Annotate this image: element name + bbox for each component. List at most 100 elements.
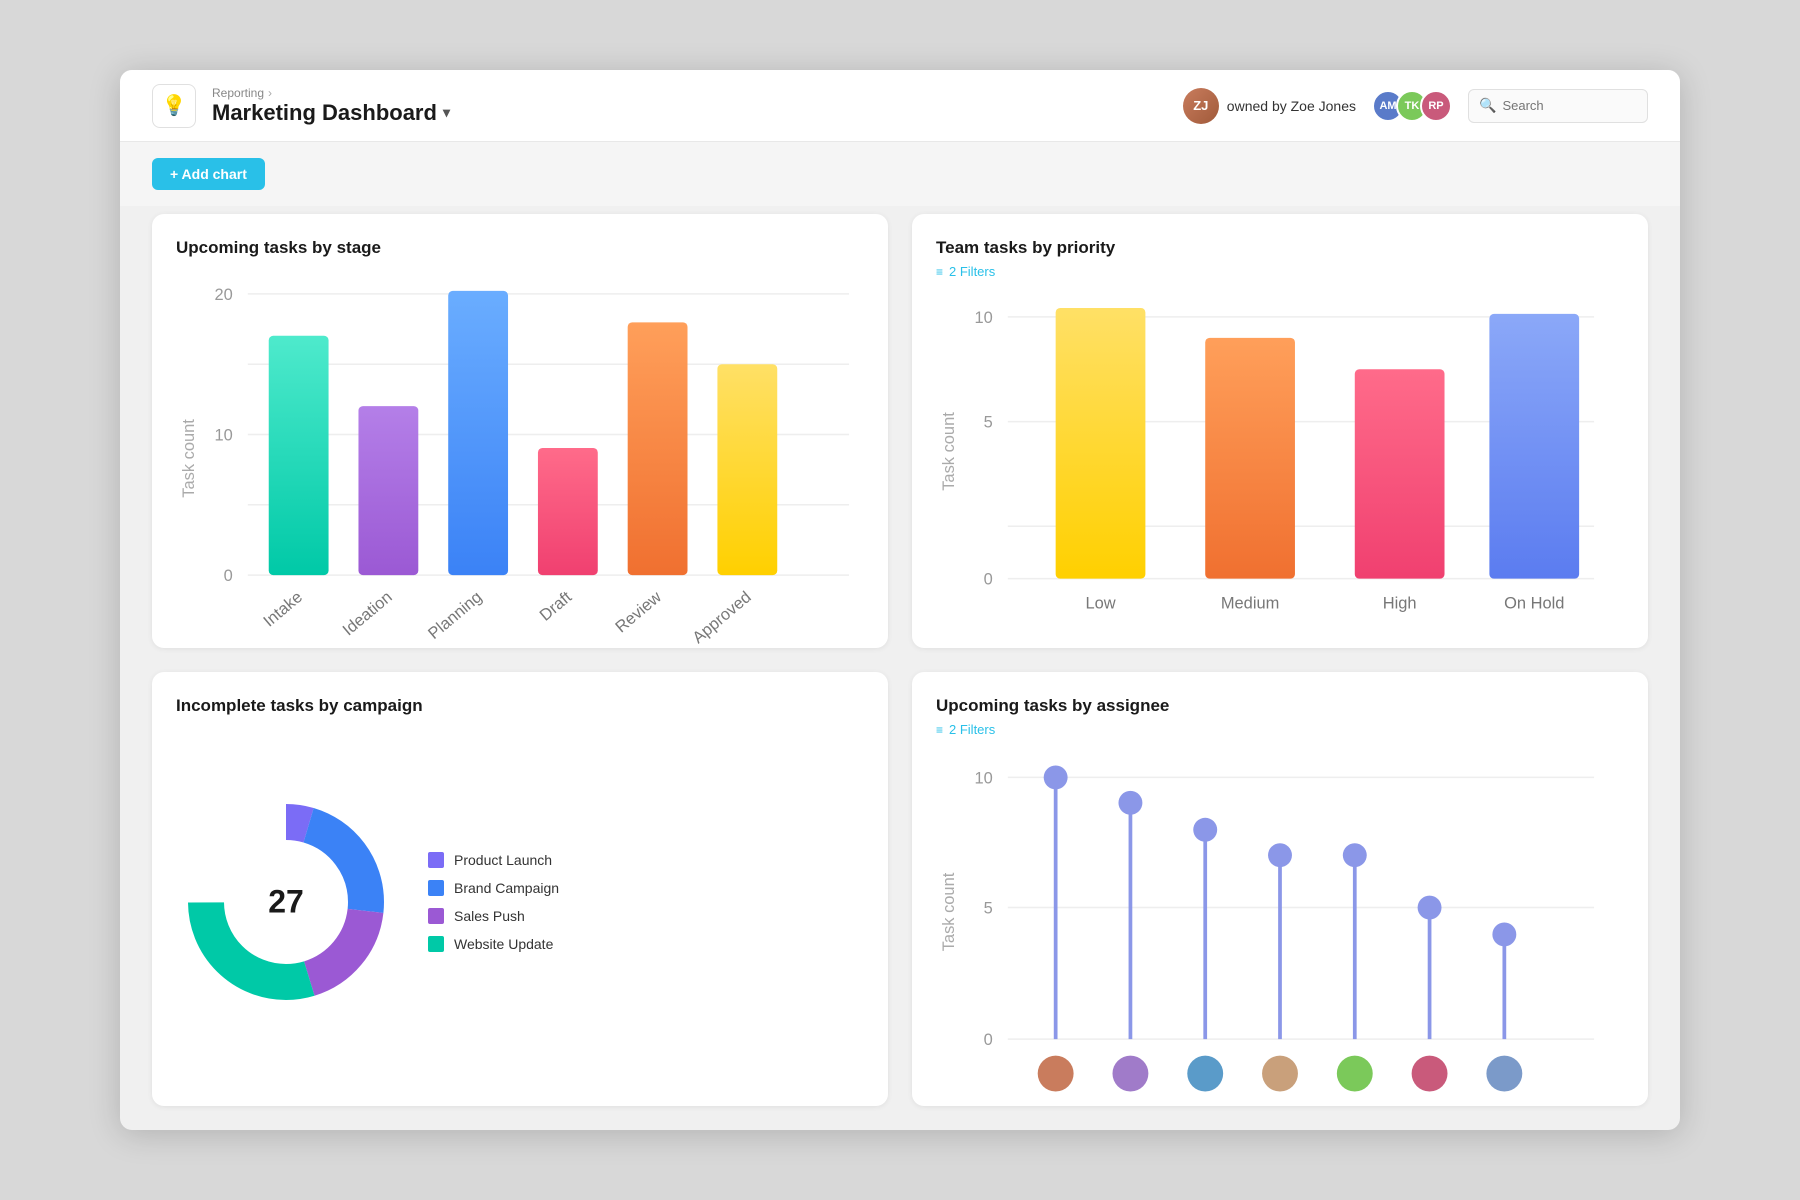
bar-intake xyxy=(269,336,329,575)
app-container: 💡 Reporting › Marketing Dashboard ▾ ZJ o… xyxy=(120,70,1680,1130)
assignee-avatar-2 xyxy=(1112,1056,1148,1092)
breadcrumb-top: Reporting › xyxy=(212,86,450,100)
add-chart-button[interactable]: + Add chart xyxy=(152,158,265,190)
legend-sales-push: Sales Push xyxy=(428,908,559,924)
svg-text:Planning: Planning xyxy=(425,588,486,643)
svg-text:0: 0 xyxy=(224,567,233,585)
chart3-title: Incomplete tasks by campaign xyxy=(176,696,864,716)
chart1-svg: 20 10 0 Task count xyxy=(176,264,864,648)
lollipop-dot-6 xyxy=(1418,896,1442,920)
header: 💡 Reporting › Marketing Dashboard ▾ ZJ o… xyxy=(120,70,1680,142)
svg-text:Review: Review xyxy=(612,588,665,637)
chart-upcoming-by-assignee: Upcoming tasks by assignee ≡ 2 Filters 1… xyxy=(912,672,1648,1106)
chart1-title: Upcoming tasks by stage xyxy=(176,238,864,258)
legend-dot-brand-campaign xyxy=(428,880,444,896)
legend-label-brand-campaign: Brand Campaign xyxy=(454,880,559,896)
svg-text:Low: Low xyxy=(1085,595,1115,613)
svg-text:10: 10 xyxy=(975,309,993,327)
legend-label-product-launch: Product Launch xyxy=(454,852,552,868)
bar-planning xyxy=(448,291,508,575)
svg-text:Ideation: Ideation xyxy=(339,588,395,639)
owner-label: owned by Zoe Jones xyxy=(1227,98,1356,114)
donut-total: 27 xyxy=(268,884,304,921)
team-avatar-3: RP xyxy=(1420,90,1452,122)
assignee-avatar-6 xyxy=(1412,1056,1448,1092)
search-box[interactable]: 🔍 xyxy=(1468,89,1648,123)
lollipop-area: 10 5 0 Task count xyxy=(936,745,1624,1106)
pbar-high xyxy=(1355,369,1445,578)
assignee-avatar-7 xyxy=(1486,1056,1522,1092)
lollipop-dot-4 xyxy=(1268,843,1292,867)
team-avatars: AM TK RP xyxy=(1372,90,1452,122)
svg-text:Task count: Task count xyxy=(940,412,958,491)
chart4-filter[interactable]: ≡ 2 Filters xyxy=(936,722,1624,737)
bar-draft xyxy=(538,448,598,575)
pbar-medium xyxy=(1205,338,1295,579)
chart-upcoming-by-stage: Upcoming tasks by stage xyxy=(152,214,888,648)
chart2-area: 10 5 0 Task count Low Medium xyxy=(936,287,1624,646)
svg-text:High: High xyxy=(1383,595,1417,613)
svg-text:10: 10 xyxy=(215,426,233,444)
search-icon: 🔍 xyxy=(1479,97,1496,114)
chart2-title: Team tasks by priority xyxy=(936,238,1624,258)
chart4-svg: 10 5 0 Task count xyxy=(936,745,1624,1106)
svg-text:0: 0 xyxy=(984,1031,993,1049)
svg-text:0: 0 xyxy=(984,571,993,589)
filter-icon: ≡ xyxy=(936,265,943,279)
legend-brand-campaign: Brand Campaign xyxy=(428,880,559,896)
pbar-low xyxy=(1056,308,1146,579)
svg-text:On Hold: On Hold xyxy=(1504,595,1564,613)
bar-review xyxy=(628,322,688,575)
breadcrumb-label: Reporting xyxy=(212,86,264,100)
assignee-avatar-1 xyxy=(1038,1056,1074,1092)
chart-incomplete-by-campaign: Incomplete tasks by campaign xyxy=(152,672,888,1106)
legend-label-website-update: Website Update xyxy=(454,936,553,952)
owner-avatar: ZJ xyxy=(1183,88,1219,124)
svg-text:5: 5 xyxy=(984,414,993,432)
app-icon: 💡 xyxy=(152,84,196,128)
filter2-icon: ≡ xyxy=(936,723,943,737)
svg-text:Task count: Task count xyxy=(940,872,958,951)
donut-legend: Product Launch Brand Campaign Sales Push… xyxy=(428,852,559,952)
lollipop-dot-3 xyxy=(1193,818,1217,842)
svg-text:20: 20 xyxy=(215,286,233,304)
legend-label-sales-push: Sales Push xyxy=(454,908,525,924)
chart2-filter[interactable]: ≡ 2 Filters xyxy=(936,264,1624,279)
legend-product-launch: Product Launch xyxy=(428,852,559,868)
legend-dot-product-launch xyxy=(428,852,444,868)
chart4-title: Upcoming tasks by assignee xyxy=(936,696,1624,716)
assignee-avatar-5 xyxy=(1337,1056,1373,1092)
assignee-avatar-4 xyxy=(1262,1056,1298,1092)
donut-area: 27 Product Launch Brand Campaign Sales P… xyxy=(176,722,864,1082)
donut-chart: 27 xyxy=(176,792,396,1012)
chart-team-by-priority: Team tasks by priority ≡ 2 Filters xyxy=(912,214,1648,648)
svg-text:Intake: Intake xyxy=(260,588,306,631)
lollipop-dot-7 xyxy=(1492,922,1516,946)
svg-text:Approved: Approved xyxy=(689,588,754,647)
legend-website-update: Website Update xyxy=(428,936,559,952)
svg-text:Draft: Draft xyxy=(536,588,575,625)
main-grid: Upcoming tasks by stage xyxy=(120,206,1680,1130)
breadcrumb: Reporting › Marketing Dashboard ▾ xyxy=(212,86,450,126)
chart2-svg: 10 5 0 Task count Low Medium xyxy=(936,287,1624,646)
legend-dot-website-update xyxy=(428,936,444,952)
pbar-onhold xyxy=(1489,314,1579,579)
chart1-area: 20 10 0 Task count xyxy=(176,264,864,648)
search-input[interactable] xyxy=(1502,98,1637,113)
page-title[interactable]: Marketing Dashboard ▾ xyxy=(212,100,450,126)
legend-dot-sales-push xyxy=(428,908,444,924)
svg-text:5: 5 xyxy=(984,900,993,918)
svg-text:10: 10 xyxy=(975,769,993,787)
title-caret: ▾ xyxy=(443,104,450,121)
lollipop-dot-2 xyxy=(1118,791,1142,815)
bar-approved xyxy=(717,364,777,575)
owner-info: ZJ owned by Zoe Jones xyxy=(1183,88,1356,124)
svg-text:Task count: Task count xyxy=(180,419,198,498)
assignee-avatar-3 xyxy=(1187,1056,1223,1092)
header-right: ZJ owned by Zoe Jones AM TK RP 🔍 xyxy=(1183,88,1648,124)
bar-ideation xyxy=(358,406,418,575)
breadcrumb-chevron: › xyxy=(268,86,272,100)
header-left: 💡 Reporting › Marketing Dashboard ▾ xyxy=(152,84,450,128)
toolbar: + Add chart xyxy=(120,142,1680,206)
lollipop-dot-1 xyxy=(1044,765,1068,789)
